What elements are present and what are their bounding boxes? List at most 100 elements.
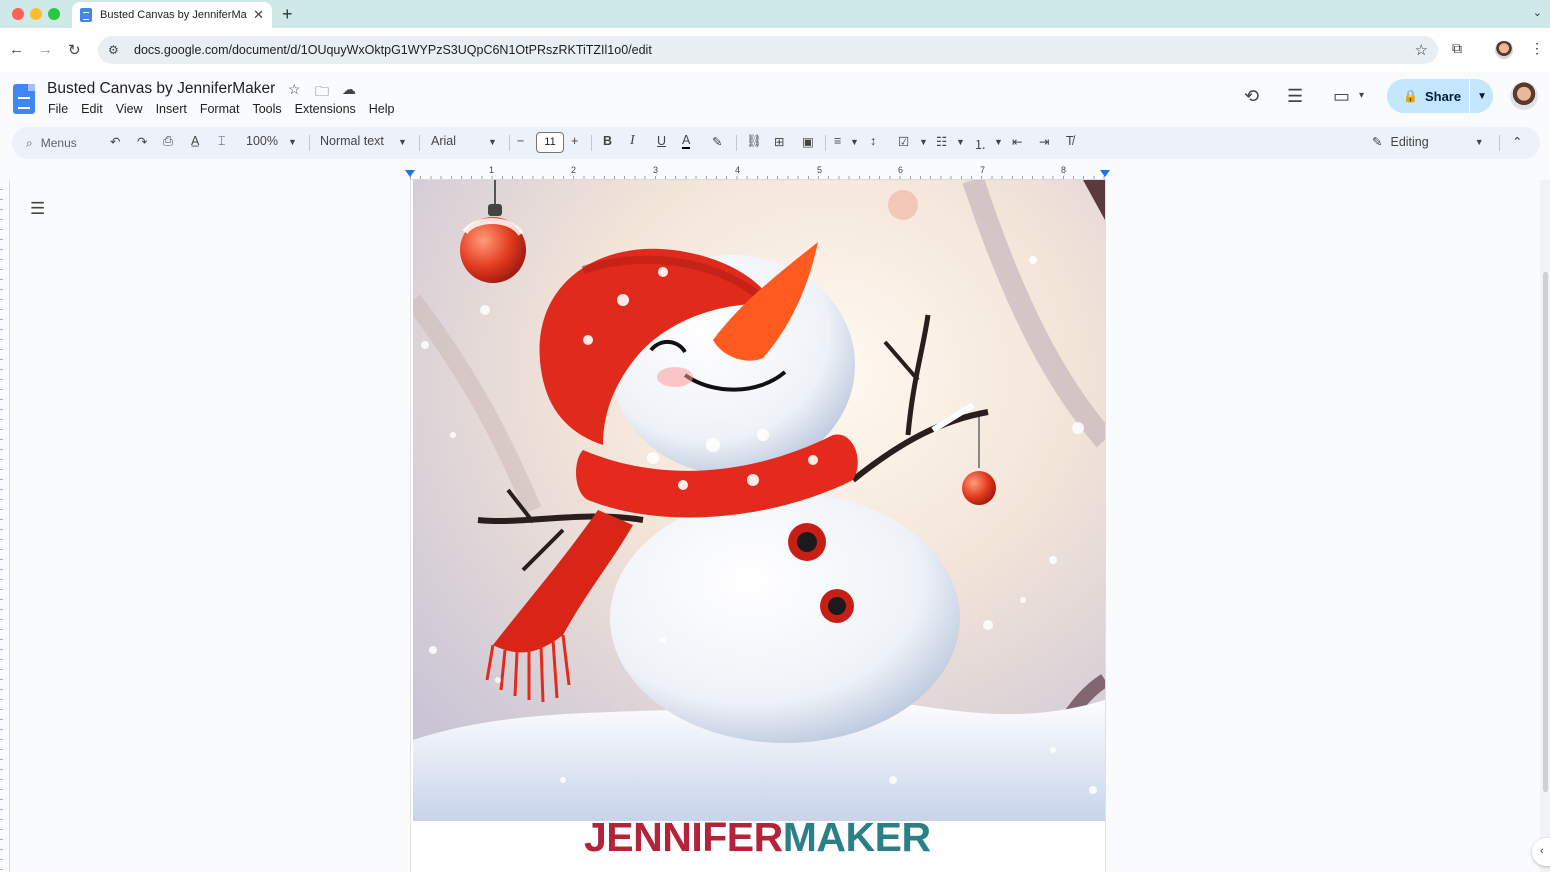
comments-icon[interactable]: ☰ <box>1287 86 1303 107</box>
menu-file[interactable]: File <box>48 102 68 116</box>
ruler-number: 7 <box>980 165 986 175</box>
menu-view[interactable]: View <box>116 102 143 116</box>
align-dropdown-chevron-icon[interactable]: ▼ <box>850 137 859 147</box>
search-icon: ⌕ <box>26 135 33 150</box>
toolbar-divider <box>309 135 310 151</box>
new-tab-icon[interactable]: + <box>282 4 293 25</box>
menu-extensions[interactable]: Extensions <box>295 102 356 116</box>
align-icon[interactable]: ≡ <box>834 134 841 148</box>
version-history-icon[interactable]: ⟲ <box>1244 86 1259 107</box>
insert-image-icon[interactable]: ▣ <box>802 134 814 149</box>
url-text[interactable]: docs.google.com/document/d/1OUquyWxOktpG… <box>134 43 1415 57</box>
document-title[interactable]: Busted Canvas by JenniferMaker <box>47 80 275 98</box>
ruler-number: 4 <box>735 165 741 175</box>
line-spacing-icon[interactable]: ↕ <box>870 134 876 148</box>
docs-logo-icon[interactable] <box>13 84 35 114</box>
lock-icon: 🔒 <box>1403 89 1418 103</box>
menu-insert[interactable]: Insert <box>156 102 187 116</box>
browser-menu-kebab-icon[interactable]: ⋮ <box>1530 40 1544 57</box>
paint-format-icon[interactable]: ⌶ <box>218 134 226 149</box>
zoom-dropdown-chevron-icon[interactable]: ▼ <box>288 137 297 147</box>
paragraph-style-select[interactable]: Normal text <box>320 134 384 148</box>
browser-profile-avatar[interactable] <box>1495 41 1513 59</box>
numbered-list-icon[interactable]: ⒈ <box>974 134 987 153</box>
minimize-window-button[interactable] <box>30 8 42 20</box>
tab-close-icon[interactable]: ✕ <box>253 7 264 23</box>
ruler-number: 3 <box>653 165 659 175</box>
menu-format[interactable]: Format <box>200 102 240 116</box>
add-comment-icon[interactable]: ⊞ <box>774 134 784 149</box>
back-arrow-icon[interactable]: ← <box>9 41 24 58</box>
checklist-dropdown-chevron-icon[interactable]: ▼ <box>919 137 928 147</box>
extensions-puzzle-icon[interactable]: ⧉ <box>1452 40 1462 57</box>
redo-icon[interactable]: ↷ <box>137 134 147 149</box>
decrease-font-size-icon[interactable]: − <box>517 134 524 148</box>
clear-formatting-icon[interactable]: T̸ <box>1066 134 1074 148</box>
checklist-icon[interactable]: ☑ <box>898 134 909 149</box>
bold-icon[interactable]: B <box>603 134 612 148</box>
meet-video-icon[interactable]: ▭ <box>1333 86 1350 107</box>
print-icon[interactable]: ⎙ <box>163 134 173 149</box>
vertical-scrollbar-thumb[interactable] <box>1543 272 1548 792</box>
numbered-dropdown-chevron-icon[interactable]: ▼ <box>994 137 1003 147</box>
document-outline-icon[interactable]: ☰ <box>30 199 45 219</box>
horizontal-ruler <box>410 164 1106 180</box>
increase-indent-icon[interactable]: ⇥ <box>1039 134 1049 149</box>
style-dropdown-chevron-icon[interactable]: ▼ <box>398 137 407 147</box>
right-indent-marker[interactable] <box>1100 170 1110 177</box>
ruler-number: 8 <box>1061 165 1067 175</box>
bookmark-star-icon[interactable]: ☆ <box>1415 41 1428 59</box>
decrease-indent-icon[interactable]: ⇤ <box>1012 134 1022 149</box>
highlight-color-icon[interactable]: ✎ <box>712 134 722 149</box>
share-dropdown-chevron-icon[interactable]: ▼ <box>1477 91 1487 102</box>
spellcheck-icon[interactable]: A̲ <box>191 134 199 148</box>
ruler-number: 1 <box>489 165 495 175</box>
chevron-left-icon: ‹ <box>1540 845 1544 857</box>
left-indent-marker[interactable] <box>405 170 415 177</box>
brand-text-jennifer: JENNIFER <box>584 814 783 860</box>
account-avatar[interactable] <box>1510 82 1538 110</box>
bulleted-list-icon[interactable]: ☷ <box>936 134 947 149</box>
snowman-image[interactable] <box>413 180 1105 821</box>
share-button[interactable]: 🔒 Share ▼ <box>1387 79 1493 113</box>
editing-mode-select[interactable]: ✎ Editing ▼ <box>1372 134 1484 150</box>
font-family-select[interactable]: Arial <box>431 134 456 148</box>
underline-icon[interactable]: U <box>657 134 666 148</box>
undo-icon[interactable]: ↶ <box>110 134 120 149</box>
font-size-input[interactable]: 11 <box>536 132 564 153</box>
insert-link-icon[interactable]: ⛓ <box>746 134 762 149</box>
address-bar[interactable]: ⚙ docs.google.com/document/d/1OUquyWxOkt… <box>98 36 1438 64</box>
meet-dropdown-chevron-icon[interactable]: ▾ <box>1359 90 1364 101</box>
brand-text-maker: MAKER <box>782 814 931 860</box>
menu-help[interactable]: Help <box>369 102 395 116</box>
site-info-icon[interactable]: ⚙ <box>108 43 122 57</box>
star-icon[interactable]: ☆ <box>288 81 301 98</box>
reload-icon[interactable]: ↻ <box>68 41 81 59</box>
close-window-button[interactable] <box>12 8 24 20</box>
vertical-ruler <box>0 180 10 872</box>
toolbar-divider <box>825 135 826 151</box>
share-divider <box>1469 79 1471 113</box>
menu-edit[interactable]: Edit <box>81 102 103 116</box>
editing-mode-label: Editing <box>1390 134 1429 149</box>
font-dropdown-chevron-icon[interactable]: ▼ <box>488 137 497 147</box>
menu-tools[interactable]: Tools <box>252 102 281 116</box>
collapse-menus-chevron-icon[interactable]: ⌃ <box>1512 134 1522 149</box>
mode-dropdown-chevron-icon: ▼ <box>1474 136 1484 147</box>
editing-toolbar: ⌕ Menus ↶ ↷ ⎙ A̲ ⌶ 100% ▼ Normal text ▼ … <box>12 127 1540 159</box>
tab-search-chevron-icon[interactable]: ⌄ <box>1533 6 1542 19</box>
ruler-number: 6 <box>898 165 904 175</box>
docs-favicon-icon <box>80 8 92 22</box>
menus-search-input[interactable]: ⌕ Menus <box>16 131 104 155</box>
increase-font-size-icon[interactable]: + <box>571 134 578 148</box>
maximize-window-button[interactable] <box>48 8 60 20</box>
bullets-dropdown-chevron-icon[interactable]: ▼ <box>956 137 965 147</box>
menus-search-placeholder: Menus <box>40 136 77 150</box>
cloud-saved-icon[interactable]: ☁ <box>342 81 356 98</box>
text-color-icon[interactable]: A <box>682 134 691 149</box>
italic-icon[interactable]: I <box>630 133 635 149</box>
browser-tab[interactable]: Busted Canvas by JenniferMa ✕ <box>72 2 272 28</box>
toolbar-divider <box>509 135 510 151</box>
zoom-select[interactable]: 100% <box>246 134 278 148</box>
forward-arrow-icon[interactable]: → <box>38 41 53 58</box>
